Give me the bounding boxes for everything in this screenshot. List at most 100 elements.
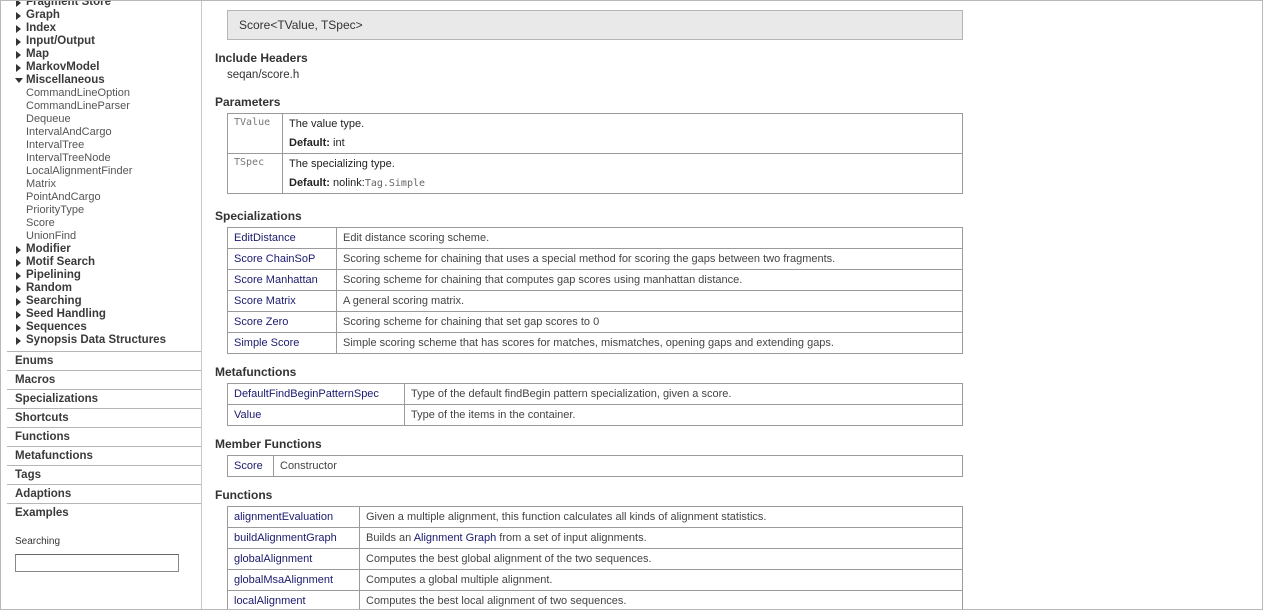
tree-item-score[interactable]: Score xyxy=(15,217,201,230)
tree-category-label: Random xyxy=(26,282,72,294)
collapsed-arrow-icon[interactable] xyxy=(16,25,21,33)
section-link-metafunctions[interactable]: Metafunctions xyxy=(7,446,201,465)
collapsed-arrow-icon[interactable] xyxy=(16,12,21,20)
specialization-row-link[interactable]: Score Matrix xyxy=(227,290,337,312)
parameter-name: TValue xyxy=(227,113,283,154)
tree-category-miscellaneous[interactable]: Miscellaneous xyxy=(15,74,201,87)
function-row: localAlignment Computes the best local al… xyxy=(227,590,963,609)
tree-item-unionfind[interactable]: UnionFind xyxy=(15,230,201,243)
section-list: Enums Macros Specializations Shortcuts Funct… xyxy=(7,351,201,522)
function-row-description: Computes the best global alignment of th… xyxy=(359,548,963,570)
function-row-link[interactable]: globalMsaAlignment xyxy=(227,569,360,591)
desc-text: Builds an xyxy=(366,532,414,544)
class-signature: Score<TValue, TSpec> xyxy=(227,10,963,40)
metafunction-row-link[interactable]: DefaultFindBeginPatternSpec xyxy=(227,383,405,405)
collapsed-arrow-icon[interactable] xyxy=(16,311,21,319)
tree-category-pipelining[interactable]: Pipelining xyxy=(15,269,201,282)
tree-category-searching[interactable]: Searching xyxy=(15,295,201,308)
tree-category-label: Miscellaneous xyxy=(26,74,105,86)
function-row-link[interactable]: localAlignment xyxy=(227,590,360,609)
tree-item-intervaltreenode[interactable]: IntervalTreeNode xyxy=(15,152,201,165)
collapsed-arrow-icon[interactable] xyxy=(16,272,21,280)
collapsed-arrow-icon[interactable] xyxy=(16,324,21,332)
section-link-specializations[interactable]: Specializations xyxy=(7,389,201,408)
collapsed-arrow-icon[interactable] xyxy=(16,259,21,267)
collapsed-arrow-icon[interactable] xyxy=(16,285,21,293)
function-row-link[interactable]: buildAlignmentGraph xyxy=(227,527,360,549)
tree-category-graph[interactable]: Graph xyxy=(15,9,201,22)
tree-category-motif-search[interactable]: Motif Search xyxy=(15,256,201,269)
section-link-enums[interactable]: Enums xyxy=(7,351,201,370)
metafunction-row: DefaultFindBeginPatternSpec Type of the d… xyxy=(227,383,963,405)
tree-category-markovmodel[interactable]: MarkovModel xyxy=(15,61,201,74)
specialization-row-link[interactable]: Score ChainSoP xyxy=(227,248,337,270)
function-row: globalAlignment Computes the best global … xyxy=(227,548,963,570)
tree-category-label: Modifier xyxy=(26,243,71,255)
tree-item-commandlineparser[interactable]: CommandLineParser xyxy=(15,100,201,113)
specialization-row-link[interactable]: EditDistance xyxy=(227,227,337,249)
metafunction-row-link[interactable]: Value xyxy=(227,404,405,426)
specialization-row-link[interactable]: Score Manhattan xyxy=(227,269,337,291)
parameter-row: TSpec The specializing type. Default: noli… xyxy=(227,153,963,194)
tree-item-localalignmentfinder[interactable]: LocalAlignmentFinder xyxy=(15,165,201,178)
collapsed-arrow-icon[interactable] xyxy=(16,38,21,46)
default-label: Default: xyxy=(289,137,330,149)
section-link-functions[interactable]: Functions xyxy=(7,427,201,446)
tree-item-prioritytype[interactable]: PriorityType xyxy=(15,204,201,217)
tree-category-fragment-store[interactable]: Fragment Store xyxy=(15,1,201,9)
tree-category-sequences[interactable]: Sequences xyxy=(15,321,201,334)
collapsed-arrow-icon[interactable] xyxy=(16,1,21,7)
tree-item-commandlineoption[interactable]: CommandLineOption xyxy=(15,87,201,100)
default-label: Default: xyxy=(289,177,330,189)
tree-item-pointandcargo[interactable]: PointAndCargo xyxy=(15,191,201,204)
function-row-description: Computes a global multiple alignment. xyxy=(359,569,963,591)
specialization-row: Score Matrix A general scoring matrix. xyxy=(227,290,963,312)
tree-category-label: Map xyxy=(26,48,49,60)
tree-category-index[interactable]: Index xyxy=(15,22,201,35)
section-link-shortcuts[interactable]: Shortcuts xyxy=(7,408,201,427)
specialization-row-link[interactable]: Score Zero xyxy=(227,311,337,333)
default-prefix: nolink: xyxy=(333,177,365,189)
metafunction-row: Value Type of the items in the container. xyxy=(227,404,963,426)
function-row-link[interactable]: alignmentEvaluation xyxy=(227,506,360,528)
function-row-description: Computes the best local alignment of two… xyxy=(359,590,963,609)
function-row-link[interactable]: globalAlignment xyxy=(227,548,360,570)
main-content: Score<TValue, TSpec> Include Headers seq… xyxy=(202,1,1262,609)
tree-category-modifier[interactable]: Modifier xyxy=(15,243,201,256)
tree-item-dequeue[interactable]: Dequeue xyxy=(15,113,201,126)
specialization-row-link[interactable]: Simple Score xyxy=(227,332,337,354)
section-link-examples[interactable]: Examples xyxy=(7,503,201,522)
tree-item-matrix[interactable]: Matrix xyxy=(15,178,201,191)
default-value: int xyxy=(333,137,345,149)
expanded-arrow-icon[interactable] xyxy=(15,78,23,83)
tree-category-random[interactable]: Random xyxy=(15,282,201,295)
tree-category-label: Index xyxy=(26,22,57,34)
function-row: alignmentEvaluation Given a multiple alig… xyxy=(227,506,963,528)
metafunction-row-description: Type of the default findBegin pattern sp… xyxy=(404,383,963,405)
tree-item-intervalandcargo[interactable]: IntervalAndCargo xyxy=(15,126,201,139)
metafunctions-heading: Metafunctions xyxy=(215,365,297,379)
search-input[interactable] xyxy=(15,554,179,572)
section-link-macros[interactable]: Macros xyxy=(7,370,201,389)
tree-category-input-output[interactable]: Input/Output xyxy=(15,35,201,48)
parameters-table: TValue The value type. Default: int TSpec Th… xyxy=(227,113,963,194)
tree-item-intervaltree[interactable]: IntervalTree xyxy=(15,139,201,152)
tree-category-label: Seed Handling xyxy=(26,308,106,320)
specialization-row-description: Scoring scheme for chaining that set gap… xyxy=(336,311,963,333)
documentation-window: Fragment Store Graph Index Input/Output Map M… xyxy=(0,0,1263,610)
collapsed-arrow-icon[interactable] xyxy=(16,51,21,59)
include-headers-heading: Include Headers xyxy=(215,51,308,65)
tree-category-map[interactable]: Map xyxy=(15,48,201,61)
member-function-row-link[interactable]: Score xyxy=(227,455,274,477)
section-link-adaptions[interactable]: Adaptions xyxy=(7,484,201,503)
collapsed-arrow-icon[interactable] xyxy=(16,298,21,306)
section-link-tags[interactable]: Tags xyxy=(7,465,201,484)
tree-category-synopsis-data-structures[interactable]: Synopsis Data Structures xyxy=(15,334,201,347)
search-panel: Searching xyxy=(15,535,195,572)
collapsed-arrow-icon[interactable] xyxy=(16,246,21,254)
specialization-row: EditDistance Edit distance scoring scheme… xyxy=(227,227,963,249)
collapsed-arrow-icon[interactable] xyxy=(16,337,21,345)
desc-link[interactable]: Alignment Graph xyxy=(414,532,497,544)
collapsed-arrow-icon[interactable] xyxy=(16,64,21,72)
tree-category-seed-handling[interactable]: Seed Handling xyxy=(15,308,201,321)
